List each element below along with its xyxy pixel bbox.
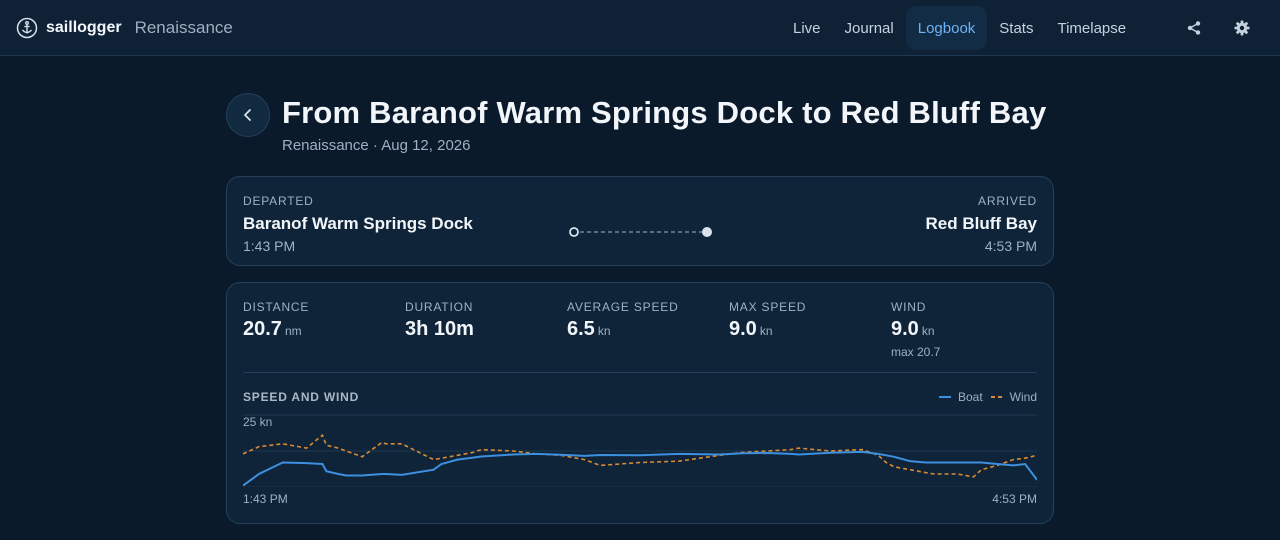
speed-wind-chart xyxy=(243,414,1037,487)
arrived-time: 4:53 PM xyxy=(984,238,1037,254)
chevron-left-icon xyxy=(244,109,251,121)
stat-value: 6.5 xyxy=(567,318,595,340)
stat-value-wrap: 9.0 kn xyxy=(891,318,940,341)
stat-value-wrap: 6.5 kn xyxy=(567,318,679,341)
stat-value: 9.0 xyxy=(891,318,919,340)
departed-block: DEPARTED Baranof Warm Springs Dock 1:43 … xyxy=(243,194,473,254)
stat-value-wrap: 3h 10m xyxy=(405,318,474,341)
nav-live[interactable]: Live xyxy=(781,6,833,50)
legend-item-boat: Boat xyxy=(938,390,983,404)
stat-label: AVERAGE SPEED xyxy=(567,300,679,314)
stats-card: DISTANCE 20.7 nm DURATION 3h 10m AVERAGE … xyxy=(226,282,1054,524)
brand[interactable]: saillogger Renaissance xyxy=(16,17,233,39)
x-axis-end-label: 4:53 PM xyxy=(992,492,1037,506)
nav-journal[interactable]: Journal xyxy=(833,6,906,50)
gear-icon xyxy=(1234,20,1250,36)
back-button[interactable] xyxy=(226,93,270,137)
departed-label: DEPARTED xyxy=(243,194,314,208)
divider xyxy=(243,372,1037,373)
stat-unit: kn xyxy=(597,324,611,338)
stat-sub: max 20.7 xyxy=(891,345,941,359)
settings-button[interactable] xyxy=(1228,14,1256,42)
stat-distance: DISTANCE 20.7 nm xyxy=(243,300,309,341)
arrived-place: Red Bluff Bay xyxy=(925,214,1037,233)
share-icon xyxy=(1187,21,1201,35)
stat-unit: kn xyxy=(921,324,935,338)
stat-max-speed: MAX SPEED 9.0 kn xyxy=(729,300,806,341)
stat-duration: DURATION 3h 10m xyxy=(405,300,474,341)
stat-value: 9.0 xyxy=(729,318,757,340)
boat-name: Renaissance xyxy=(134,17,233,37)
arrived-label: ARRIVED xyxy=(978,194,1037,208)
stat-average-speed: AVERAGE SPEED 6.5 kn xyxy=(567,300,679,341)
route-line-icon xyxy=(569,227,712,237)
route-card: DEPARTED Baranof Warm Springs Dock 1:43 … xyxy=(226,176,1054,266)
legend-swatch-boat xyxy=(938,396,951,398)
stat-label: DURATION xyxy=(405,300,474,314)
page-subtitle: Renaissance · Aug 12, 2026 xyxy=(282,137,471,154)
departed-time: 1:43 PM xyxy=(243,238,296,254)
share-button[interactable] xyxy=(1180,14,1208,42)
nav-timelapse[interactable]: Timelapse xyxy=(1045,6,1138,50)
nav-logbook[interactable]: Logbook xyxy=(905,6,988,50)
x-axis-start-label: 1:43 PM xyxy=(243,492,288,506)
stat-value-wrap: 9.0 kn xyxy=(729,318,806,341)
stat-label: WIND xyxy=(891,300,927,314)
legend-swatch-wind xyxy=(990,396,1003,398)
y-axis-max-label: 25 kn xyxy=(243,415,273,429)
main-nav: Live Journal Logbook Stats Timelapse xyxy=(781,6,1138,50)
chart-legend: Boat Wind xyxy=(931,390,1037,404)
page-title: From Baranof Warm Springs Dock to Red Bl… xyxy=(282,95,1047,130)
departed-place: Baranof Warm Springs Dock xyxy=(243,214,473,233)
anchor-icon xyxy=(16,17,38,39)
nav-stats[interactable]: Stats xyxy=(987,6,1045,50)
stat-label: DISTANCE xyxy=(243,300,310,314)
brand-name: saillogger xyxy=(46,18,122,36)
legend-label-wind: Wind xyxy=(1009,390,1037,404)
legend-item-wind: Wind xyxy=(990,390,1037,404)
stat-value: 20.7 xyxy=(243,318,282,340)
stat-value: 3h 10m xyxy=(405,318,474,340)
stat-unit: kn xyxy=(759,324,773,338)
arrived-block: ARRIVED Red Bluff Bay 4:53 PM xyxy=(926,194,1037,254)
stat-label: MAX SPEED xyxy=(729,300,807,314)
stat-value-wrap: 20.7 nm xyxy=(243,318,309,341)
chart-title: SPEED AND WIND xyxy=(243,390,360,404)
stat-wind: WIND 9.0 kn max 20.7 xyxy=(891,300,940,359)
top-bar: saillogger Renaissance Live Journal Logb… xyxy=(0,0,1280,56)
stat-unit: nm xyxy=(284,324,302,338)
legend-label-boat: Boat xyxy=(957,390,983,404)
